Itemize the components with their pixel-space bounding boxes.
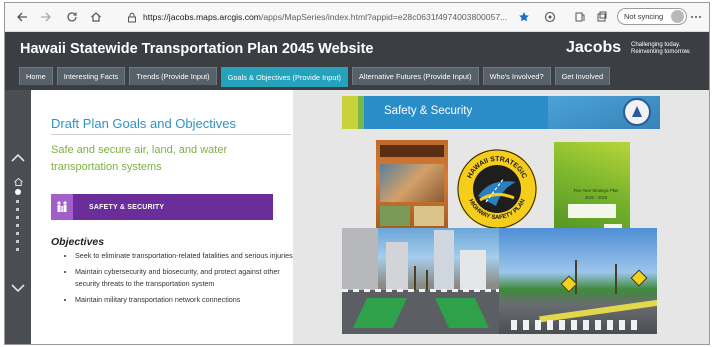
family-icon [51, 194, 73, 220]
nav-dot[interactable] [16, 208, 19, 211]
banner-stripe [342, 96, 358, 129]
sync-profile-button[interactable]: Not syncing [617, 8, 687, 25]
goal-banner-label: SAFETY & SECURITY [89, 203, 165, 211]
puzzle-icon[interactable] [593, 8, 611, 26]
banner-stripe [358, 96, 364, 129]
nav-dot-active[interactable] [15, 189, 21, 195]
url-text: https://jacobs.maps.arcgis.com/apps/MapS… [143, 12, 507, 22]
safety-logo [623, 98, 651, 126]
url-host: https://jacobs.maps.arcgis.com [143, 12, 261, 22]
tab-alternative-futures[interactable]: Alternative Futures (Provide Input) [352, 67, 479, 85]
warning-sign-icon [630, 269, 648, 287]
chevron-down-icon[interactable] [10, 280, 26, 296]
tab-home[interactable]: Home [19, 67, 53, 85]
tab-goals-objectives[interactable]: Goals & Objectives (Provide Input) [220, 67, 348, 87]
jacobs-logo[interactable]: Jacobs [566, 39, 621, 57]
url-path: /apps/MapSeries/index.html?appid=e28c063… [260, 12, 508, 22]
more-icon[interactable] [687, 8, 705, 26]
site-title: Hawaii Statewide Transportation Plan 204… [20, 41, 374, 57]
panel-subtitle: Safe and secure air, land, and water tra… [51, 144, 228, 173]
lock-icon[interactable] [125, 10, 139, 24]
city-crosswalk-photo [342, 228, 499, 334]
nav-dot[interactable] [16, 200, 19, 203]
highway-safety-plan-seal: HAWAII STRATEGIC HIGHWAY SAFETY PLAN [457, 149, 537, 229]
extension-icon[interactable] [541, 8, 559, 26]
tab-get-involved[interactable]: Get Involved [554, 67, 611, 85]
divider [51, 134, 291, 135]
tab-trends[interactable]: Trends (Provide Input) [129, 67, 217, 85]
section-dots [15, 189, 21, 256]
tab-bar: Home Interesting Facts Trends (Provide I… [19, 67, 611, 87]
slide-banner: Safety & Security [342, 96, 660, 129]
main-content: Draft Plan Goals and Objectives Safe and… [5, 90, 709, 344]
forward-arrow-icon[interactable] [37, 8, 55, 26]
tab-interesting-facts[interactable]: Interesting Facts [56, 67, 126, 85]
objective-item: Maintain military transportation network… [75, 294, 297, 307]
report-cover-image [376, 140, 448, 234]
strategic-plan-cover: Five Year Strategic Plan 2021 - 2025 [554, 142, 630, 238]
media-panel: Safety & Security HAWAII STRATEGIC HIGHW… [293, 90, 709, 344]
nav-dot[interactable] [16, 248, 19, 251]
browser-window: https://jacobs.maps.arcgis.com/apps/MapS… [4, 2, 710, 345]
reload-icon[interactable] [63, 8, 81, 26]
home-icon[interactable] [87, 8, 105, 26]
chevron-up-icon[interactable] [10, 150, 26, 166]
objective-item: Seek to eliminate transportation-related… [75, 250, 297, 263]
avatar [671, 10, 684, 23]
brand-tagline: Challenging today. Reinventing tomorrow. [631, 42, 691, 55]
collections-icon[interactable] [571, 8, 589, 26]
nav-dot[interactable] [16, 232, 19, 235]
address-bar[interactable]: https://jacobs.maps.arcgis.com/apps/MapS… [125, 8, 521, 26]
panel-title: Draft Plan Goals and Objectives [51, 116, 236, 131]
home-icon[interactable] [14, 178, 23, 186]
star-icon[interactable] [515, 8, 533, 26]
roundabout-photo [499, 228, 657, 334]
nav-dot[interactable] [16, 224, 19, 227]
objectives-list: Seek to eliminate transportation-related… [65, 250, 297, 309]
objective-item: Maintain cybersecurity and biosecurity, … [75, 266, 297, 291]
nav-dot[interactable] [16, 240, 19, 243]
site-header: Hawaii Statewide Transportation Plan 204… [5, 32, 709, 90]
goal-banner: SAFETY & SECURITY [51, 194, 273, 220]
sync-label: Not syncing [624, 12, 664, 21]
browser-toolbar: https://jacobs.maps.arcgis.com/apps/MapS… [5, 3, 709, 32]
side-navigation [5, 90, 31, 344]
slide-banner-title: Safety & Security [384, 105, 473, 117]
narrative-panel: Draft Plan Goals and Objectives Safe and… [31, 90, 293, 344]
tab-whos-involved[interactable]: Who's Involved? [482, 67, 551, 85]
back-arrow-icon[interactable] [13, 8, 31, 26]
doc2-title: Five Year Strategic Plan [573, 188, 619, 193]
doc2-years: 2021 - 2025 [584, 195, 608, 200]
nav-dot[interactable] [16, 216, 19, 219]
objectives-heading: Objectives [51, 236, 105, 248]
